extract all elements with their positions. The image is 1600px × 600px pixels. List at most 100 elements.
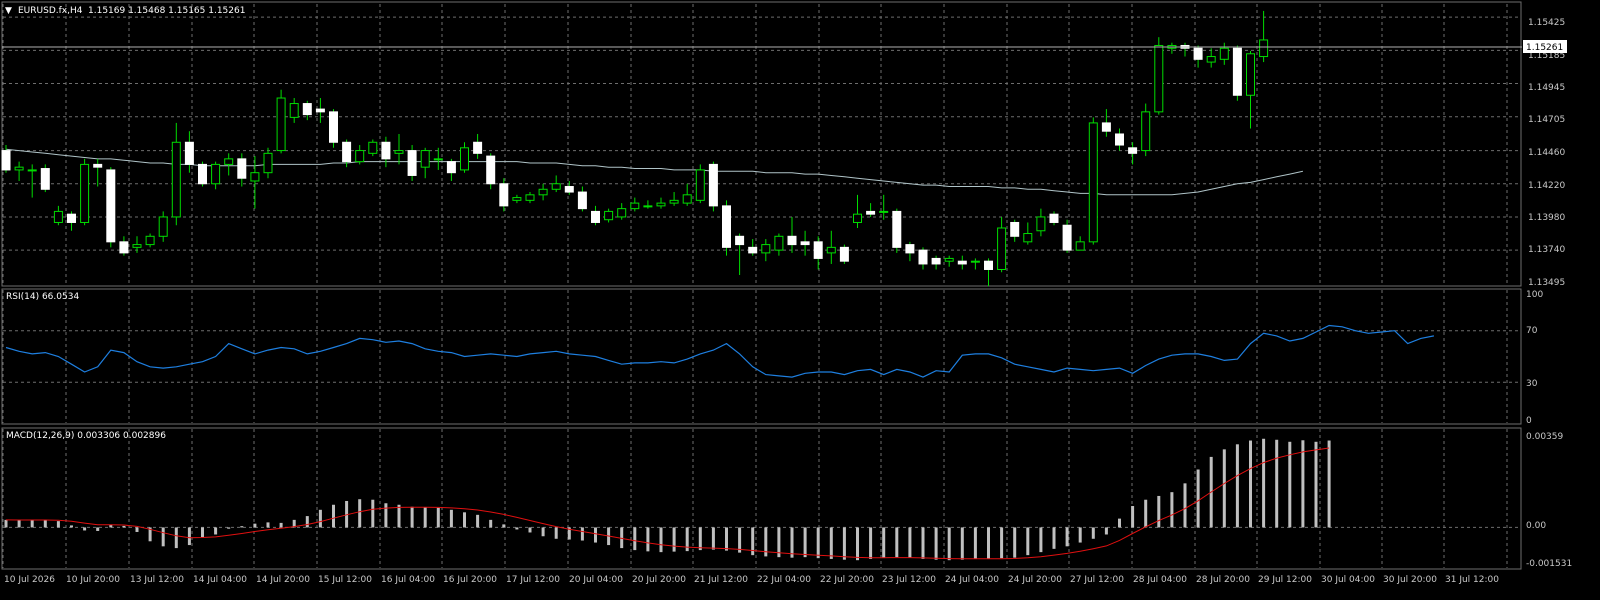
candle-bear [1101, 122, 1111, 132]
price-tick: 1.14945 [1528, 83, 1565, 93]
macd-histogram-bar [489, 519, 493, 528]
macd-histogram-bar [83, 527, 87, 531]
macd-histogram-bar [227, 527, 231, 529]
macd-histogram-bar [842, 527, 846, 560]
macd-histogram-bar [1131, 506, 1135, 528]
macd-histogram-bar [908, 527, 912, 558]
candle-bear [957, 260, 967, 265]
chart-title-arrow[interactable]: ▼ [5, 6, 12, 16]
macd-histogram-bar [1183, 483, 1187, 528]
chart-symbol-title: EURUSD.fx,H4 [18, 6, 83, 16]
macd-histogram-bar [1157, 495, 1161, 528]
macd-histogram-bar [646, 527, 650, 552]
macd-histogram-bar [122, 525, 126, 528]
price-tick: 1.13980 [1528, 213, 1565, 223]
macd-histogram-bar [869, 527, 873, 559]
candle-bull [433, 158, 443, 161]
candle-bull [368, 141, 378, 154]
macd-histogram-bar [1078, 527, 1082, 543]
candle-bull [643, 205, 653, 208]
macd-histogram-bar [96, 527, 100, 531]
candle-bull [826, 246, 836, 254]
candle-bear [984, 260, 993, 270]
macd-histogram-bar [947, 527, 951, 561]
candle-bear [486, 155, 496, 185]
macd-histogram-bar [1275, 439, 1279, 528]
macd-histogram-bar [17, 520, 21, 528]
candle-bull [1088, 122, 1098, 243]
candle-bull [538, 188, 548, 196]
time-tick: 22 Jul 04:00 [757, 575, 811, 585]
macd-histogram-bar [1039, 527, 1043, 553]
macd-histogram-bar [1235, 444, 1239, 528]
candle-bear [564, 186, 574, 193]
candle-bear [931, 257, 941, 265]
macd-histogram-bar [371, 499, 375, 528]
macd-histogram-bar [672, 527, 676, 552]
macd-histogram-bar [698, 527, 702, 551]
macd-histogram-bar [279, 522, 283, 528]
candle-bull [171, 141, 181, 218]
candle-bear [722, 205, 731, 248]
candle-bear [446, 161, 456, 174]
candle-bull [211, 163, 221, 185]
macd-histogram-bar [934, 527, 938, 560]
macd-histogram-bar [1000, 527, 1004, 559]
candle-bear [67, 213, 76, 223]
macd-histogram-bar [384, 503, 388, 528]
candle-bear [866, 210, 876, 215]
time-tick: 14 Jul 20:00 [256, 575, 310, 585]
candle-bear [40, 168, 50, 190]
chart-ohlc: 1.15169 1.15468 1.15165 1.15261 [88, 6, 245, 16]
candle-bull [263, 152, 273, 174]
macd-histogram-bar [987, 527, 990, 559]
macd-histogram-bar [895, 527, 899, 558]
time-tick: 24 Jul 04:00 [945, 575, 999, 585]
time-tick: 10 Jul 20:00 [66, 575, 120, 585]
candle-bear [315, 108, 325, 113]
candle-bull [460, 147, 469, 171]
price-tick: 1.14220 [1528, 181, 1565, 191]
candle-bear [1, 150, 11, 171]
candle-bear [577, 191, 587, 210]
macd-histogram-bar [1065, 527, 1069, 547]
macd-histogram-bar [135, 527, 139, 532]
macd-histogram-bar [449, 509, 453, 528]
macd-histogram-bar [161, 527, 165, 547]
candle-bear [184, 141, 194, 165]
candle-bear [800, 241, 810, 246]
candle-bull [774, 235, 784, 251]
time-tick: 28 Jul 20:00 [1196, 575, 1250, 585]
rsi-tick: 70 [1526, 326, 1538, 336]
trading-chart[interactable]: ▼ EURUSD.fx,H4 1.15169 1.15468 1.15165 1… [0, 0, 1600, 600]
candle-bull [669, 199, 679, 204]
price-tick: 1.13740 [1528, 245, 1565, 255]
time-tick: 31 Jul 12:00 [1445, 575, 1499, 585]
candle-bear [302, 103, 312, 116]
candle-bear [591, 210, 600, 223]
macd-histogram-bar [1118, 518, 1121, 528]
macd-histogram-bar [1026, 527, 1030, 556]
candle-bear [787, 235, 797, 246]
candle-bull [1246, 53, 1255, 96]
candle-bear [93, 163, 103, 168]
price-tick: 1.14460 [1528, 148, 1565, 158]
candle-bull [1036, 216, 1046, 232]
candle-bull [1023, 233, 1033, 243]
macd-histogram-bar [358, 499, 362, 528]
macd-histogram-bar [1091, 527, 1095, 539]
macd-histogram-bar [1262, 438, 1266, 528]
time-tick: 20 Jul 04:00 [569, 575, 623, 585]
time-tick: 27 Jul 12:00 [1070, 575, 1124, 585]
candle-bull [997, 227, 1007, 270]
candle-bull [158, 216, 168, 237]
candle-bull [394, 150, 404, 154]
candle-bear [119, 241, 129, 254]
macd-histogram-bar [1104, 527, 1108, 535]
macd-histogram-bar [829, 527, 833, 559]
macd-histogram-bar [1327, 440, 1331, 528]
time-tick: 21 Jul 12:00 [694, 575, 748, 585]
candle-bear [342, 141, 352, 163]
macd-histogram-bar [43, 520, 47, 528]
candle-bear [735, 235, 745, 246]
